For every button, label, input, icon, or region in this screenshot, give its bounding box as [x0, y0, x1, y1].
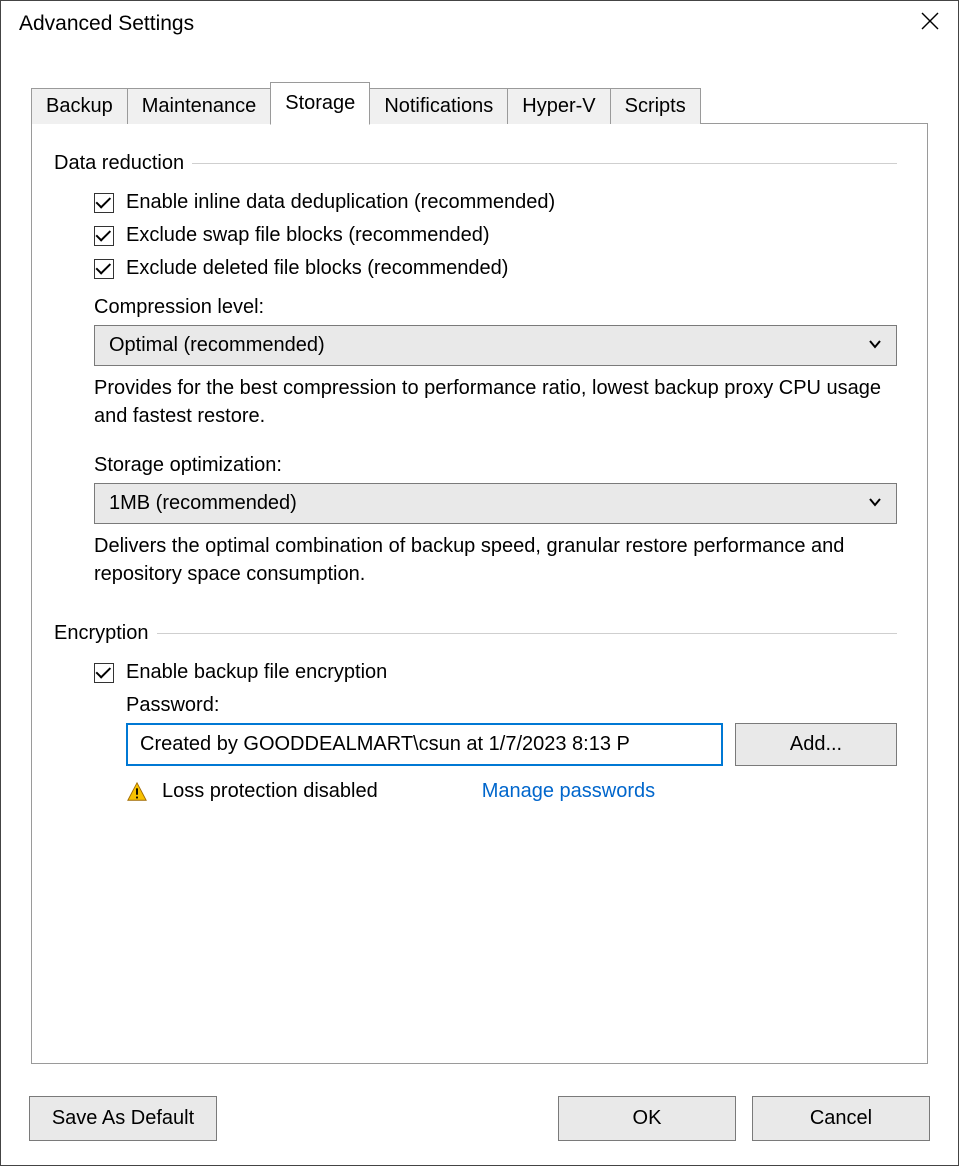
separator	[157, 633, 898, 634]
dialog-button-row: Save As Default OK Cancel	[1, 1084, 958, 1165]
password-value: Created by GOODDEALMART\csun at 1/7/2023…	[140, 733, 630, 756]
checkbox-encryption-label: Enable backup file encryption	[126, 661, 387, 684]
encryption-section: Encryption Enable backup file encryption…	[54, 622, 897, 803]
tab-notifications[interactable]: Notifications	[369, 88, 508, 124]
separator	[192, 163, 897, 164]
encryption-options: Enable backup file encryption Password: …	[54, 661, 897, 803]
tab-storage[interactable]: Storage	[270, 82, 370, 125]
storage-opt-select[interactable]: 1MB (recommended)	[94, 483, 897, 524]
warning-row: Loss protection disabled Manage password…	[126, 780, 897, 803]
compression-value: Optimal (recommended)	[109, 334, 325, 357]
compression-block: Compression level: Optimal (recommended)…	[54, 296, 897, 430]
titlebar: Advanced Settings	[1, 1, 958, 51]
storage-opt-description: Delivers the optimal combination of back…	[94, 532, 897, 588]
checkbox-dedup[interactable]	[94, 193, 114, 213]
password-label: Password:	[126, 694, 897, 717]
group-data-reduction-title: Data reduction	[54, 152, 184, 175]
tab-scripts[interactable]: Scripts	[610, 88, 701, 124]
checkbox-swap-label: Exclude swap file blocks (recommended)	[126, 224, 490, 247]
checkbox-swap-row[interactable]: Exclude swap file blocks (recommended)	[94, 224, 897, 247]
warning-icon	[126, 781, 148, 803]
checkbox-dedup-row[interactable]: Enable inline data deduplication (recomm…	[94, 191, 897, 214]
tab-backup[interactable]: Backup	[31, 88, 128, 124]
save-as-default-button[interactable]: Save As Default	[29, 1096, 217, 1141]
compression-select[interactable]: Optimal (recommended)	[94, 325, 897, 366]
compression-label: Compression level:	[94, 296, 897, 319]
ok-button[interactable]: OK	[558, 1096, 736, 1141]
tab-strip: Backup Maintenance Storage Notifications…	[31, 81, 928, 124]
password-row: Created by GOODDEALMART\csun at 1/7/2023…	[126, 723, 897, 766]
storage-opt-value: 1MB (recommended)	[109, 492, 297, 515]
chevron-down-icon	[868, 334, 882, 357]
group-encryption-title: Encryption	[54, 622, 149, 645]
storage-opt-label: Storage optimization:	[94, 454, 897, 477]
window-title: Advanced Settings	[19, 12, 194, 36]
data-reduction-options: Enable inline data deduplication (recomm…	[54, 191, 897, 280]
password-block: Password: Created by GOODDEALMART\csun a…	[94, 694, 897, 803]
tab-hyper-v[interactable]: Hyper-V	[507, 88, 610, 124]
checkbox-dedup-label: Enable inline data deduplication (recomm…	[126, 191, 555, 214]
close-icon	[920, 11, 940, 37]
manage-passwords-link[interactable]: Manage passwords	[482, 780, 655, 803]
group-encryption-header: Encryption	[54, 622, 897, 645]
tab-maintenance[interactable]: Maintenance	[127, 88, 272, 124]
add-password-button[interactable]: Add...	[735, 723, 897, 766]
add-password-label: Add...	[790, 733, 842, 756]
content-area: Backup Maintenance Storage Notifications…	[1, 51, 958, 1084]
checkbox-swap[interactable]	[94, 226, 114, 246]
warning-text: Loss protection disabled	[162, 780, 378, 803]
advanced-settings-dialog: Advanced Settings Backup Maintenance Sto…	[0, 0, 959, 1166]
storage-opt-block: Storage optimization: 1MB (recommended) …	[54, 454, 897, 588]
tabpanel-storage: Data reduction Enable inline data dedupl…	[31, 123, 928, 1064]
checkbox-deleted[interactable]	[94, 259, 114, 279]
compression-description: Provides for the best compression to per…	[94, 374, 897, 430]
password-select[interactable]: Created by GOODDEALMART\csun at 1/7/2023…	[126, 723, 723, 766]
checkbox-encryption[interactable]	[94, 663, 114, 683]
group-data-reduction-header: Data reduction	[54, 152, 897, 175]
chevron-down-icon	[868, 492, 882, 515]
close-button[interactable]	[907, 4, 952, 44]
checkbox-encryption-row[interactable]: Enable backup file encryption	[94, 661, 897, 684]
cancel-button[interactable]: Cancel	[752, 1096, 930, 1141]
checkbox-deleted-label: Exclude deleted file blocks (recommended…	[126, 257, 508, 280]
checkbox-deleted-row[interactable]: Exclude deleted file blocks (recommended…	[94, 257, 897, 280]
